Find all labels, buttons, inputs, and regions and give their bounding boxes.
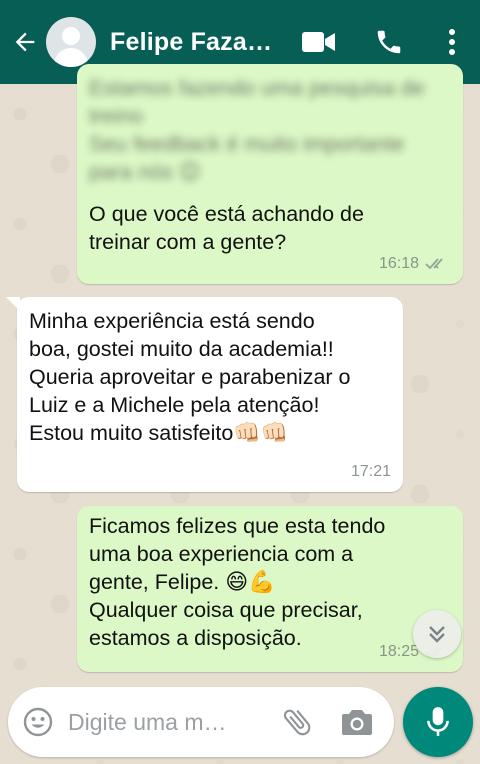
scroll-to-bottom-button[interactable] xyxy=(413,610,461,658)
message-composer xyxy=(8,687,394,757)
message-meta: 16:18 xyxy=(379,250,451,278)
blurred-text-line: treino xyxy=(89,104,143,128)
message-text: gente, Felipe. 😄💪 xyxy=(89,569,276,594)
message-text: O que você está achando de xyxy=(89,202,364,226)
blurred-text-line: para nós 😊 xyxy=(89,160,202,184)
message-text: Estou muito satisfeito👊🏻👊🏻 xyxy=(29,420,289,445)
paperclip-icon xyxy=(283,709,311,736)
attach-button[interactable] xyxy=(268,687,326,757)
double-check-icon xyxy=(425,258,443,270)
camera-button[interactable] xyxy=(326,687,388,757)
message-bubble-outgoing[interactable]: Ficamos felizes que esta tendo uma boa e… xyxy=(77,506,463,672)
avatar-body-shape xyxy=(54,48,88,67)
phone-icon xyxy=(377,30,401,54)
message-text: uma boa experiencia com a xyxy=(89,542,354,566)
message-text: Luiz e a Michele pela atenção! xyxy=(29,393,320,417)
microphone-icon xyxy=(427,707,449,736)
avatar-head-shape xyxy=(62,27,80,45)
avatar[interactable] xyxy=(46,17,96,67)
message-time: 17:21 xyxy=(350,463,391,480)
video-call-icon xyxy=(302,32,335,52)
blurred-text-line: Estamos fazendo uma pesquisa de xyxy=(89,76,425,100)
camera-icon xyxy=(342,710,372,735)
message-text: boa, gostei muito da academia!! xyxy=(29,337,334,361)
message-text: Ficamos felizes que esta tendo xyxy=(89,514,386,538)
message-time: 16:18 xyxy=(378,255,419,272)
message-text: Qualquer coisa que precisar, xyxy=(89,598,363,622)
message-input[interactable] xyxy=(68,708,268,736)
grin-muscle-emoji: 😄💪 xyxy=(225,569,276,594)
message-text: Minha experiência está sendo xyxy=(29,309,315,333)
emoji-button[interactable] xyxy=(8,687,68,757)
message-meta: 17:21 xyxy=(351,458,391,486)
contact-name[interactable]: Felipe Faza… xyxy=(110,28,280,57)
fist-emoji: 👊🏻👊🏻 xyxy=(233,420,289,445)
message-text: Queria aproveitar e parabenizar o xyxy=(29,365,351,389)
more-vertical-icon xyxy=(449,29,455,55)
arrow-left-icon xyxy=(15,32,35,52)
message-time: 18:25 xyxy=(378,643,419,660)
emoji-icon xyxy=(23,707,53,737)
message-bubble-outgoing[interactable]: Estamos fazendo uma pesquisa de treino S… xyxy=(77,64,463,284)
blurred-text-line: Seu feedback é muito importante xyxy=(89,132,405,156)
double-chevron-down-icon xyxy=(429,626,445,643)
voice-message-button[interactable] xyxy=(403,687,473,757)
back-button[interactable] xyxy=(4,0,46,84)
message-bubble-incoming[interactable]: Minha experiência está sendo boa, gostei… xyxy=(17,297,403,492)
